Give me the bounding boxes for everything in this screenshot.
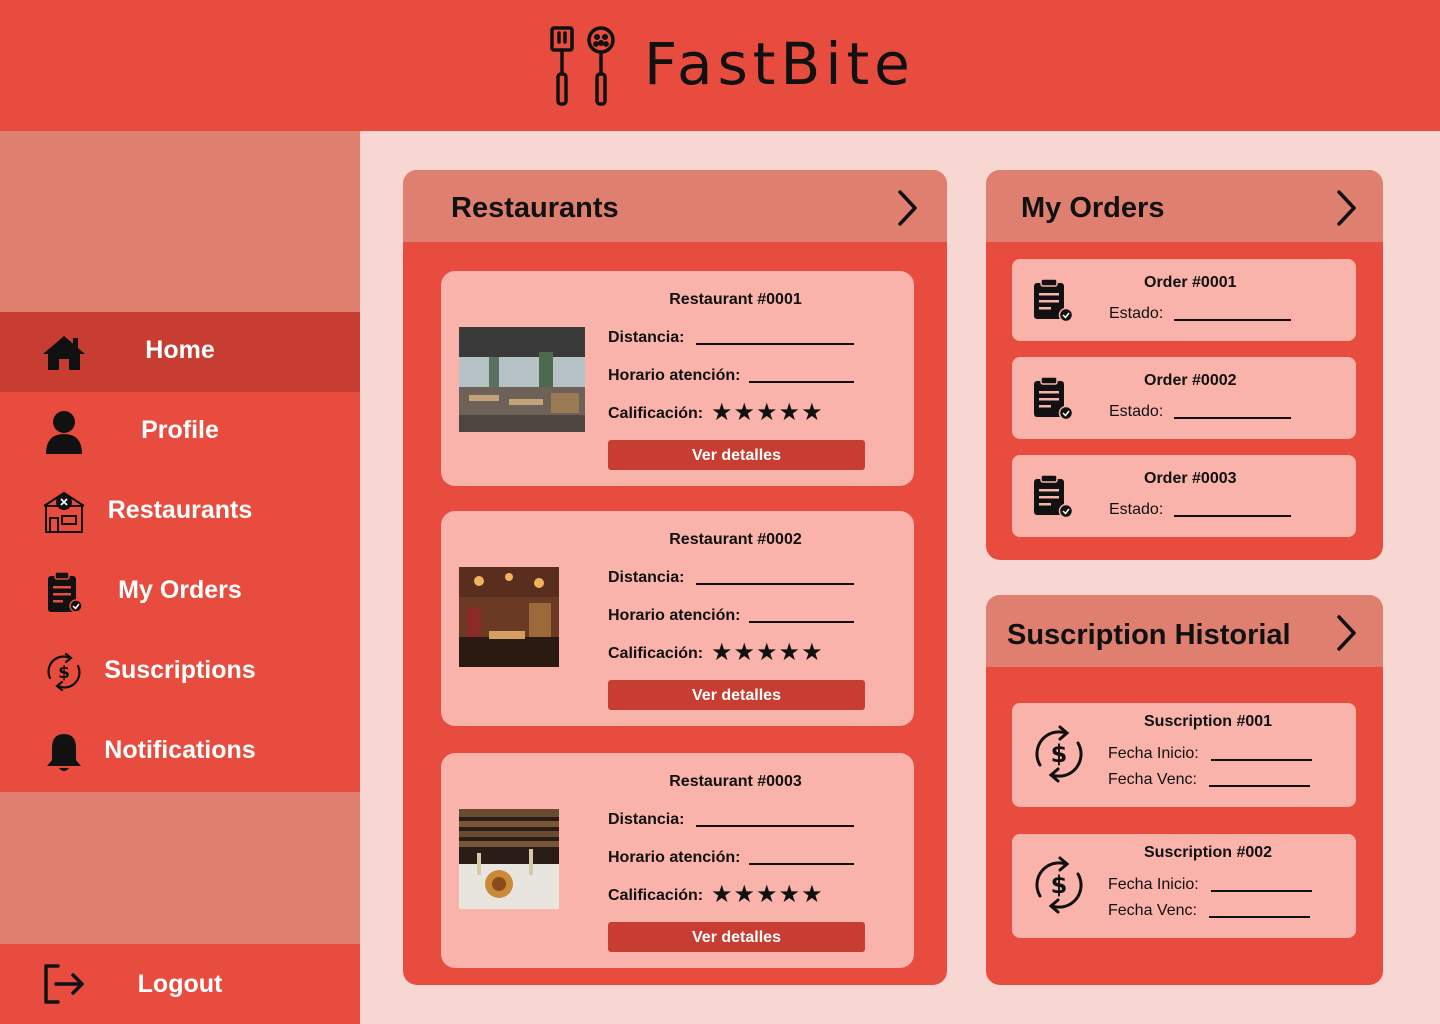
orders-panel: My Orders Order #0001 Estado: Order #000… <box>986 170 1383 560</box>
orders-panel-title: My Orders <box>1021 192 1165 224</box>
order-card[interactable]: Order #0001 Estado: <box>1012 259 1356 341</box>
chevron-right-icon[interactable] <box>1334 613 1360 653</box>
restaurants-panel-title: Restaurants <box>451 192 619 224</box>
sidebar-item-label: My Orders <box>118 576 242 604</box>
rating-stars: ★★★★★ <box>711 881 824 908</box>
subscription-end-label: Fecha Venc: <box>1108 902 1197 919</box>
order-clipboard-icon <box>1034 474 1074 519</box>
subscription-start-value-line <box>1211 759 1312 761</box>
subscription-icon: $ <box>1035 725 1083 783</box>
order-status-value-line <box>1174 515 1291 517</box>
distance-label: Distancia: <box>608 811 685 828</box>
logout-button[interactable]: Logout <box>0 944 360 1024</box>
subscription-end-label: Fecha Venc: <box>1108 771 1197 788</box>
rating-label: Calificación: <box>608 887 704 904</box>
sidebar-item-label: Suscriptions <box>104 656 256 684</box>
sidebar-item-label: Profile <box>141 416 219 444</box>
subscription-end-value-line <box>1209 785 1310 787</box>
rating-stars: ★★★★★ <box>711 639 824 666</box>
restaurant-photo <box>459 327 585 432</box>
subscription-card[interactable]: $ Suscription #002 Fecha Inicio: Fecha V… <box>1012 834 1356 938</box>
distance-label: Distancia: <box>608 329 685 346</box>
spatula-spoon-logo-icon <box>550 26 615 106</box>
order-status-label: Estado: <box>1109 305 1164 322</box>
rating-stars: ★★★★★ <box>711 399 824 426</box>
order-status-label: Estado: <box>1109 403 1164 420</box>
svg-text:$: $ <box>1051 871 1068 899</box>
ver-detalles-button[interactable]: Ver detalles <box>608 922 865 952</box>
order-name: Order #0001 <box>1144 274 1237 291</box>
distance-value-line <box>696 343 854 345</box>
logout-label: Logout <box>137 970 223 998</box>
restaurants-panel: Restaurants Restaurant #0001 Distancia: … <box>403 170 947 985</box>
hours-value-line <box>749 381 854 383</box>
hours-value-line <box>749 621 854 623</box>
order-status-value-line <box>1174 319 1291 321</box>
subscription-panel-header: Suscription Historial <box>986 595 1383 667</box>
sidebar-item-orders[interactable]: My Orders <box>0 552 360 632</box>
subscription-end-value-line <box>1209 916 1310 918</box>
ver-detalles-button[interactable]: Ver detalles <box>608 440 865 470</box>
hours-value-line <box>749 863 854 865</box>
subscription-history-panel: Suscription Historial $ Suscription #001… <box>986 595 1383 985</box>
app-title: FastBite <box>644 30 915 98</box>
sidebar-bottom-spacer <box>0 792 360 944</box>
restaurant-name: Restaurant #0003 <box>669 773 802 790</box>
subscription-start-label: Fecha Inicio: <box>1108 876 1199 893</box>
subscription-card[interactable]: $ Suscription #001 Fecha Inicio: Fecha V… <box>1012 703 1356 807</box>
sidebar-item-notifications[interactable]: Notifications <box>0 712 360 792</box>
sidebar-item-label: Restaurants <box>107 496 253 524</box>
restaurant-name: Restaurant #0002 <box>669 531 802 548</box>
hours-label: Horario atención: <box>608 607 741 624</box>
restaurants-panel-header: Restaurants <box>403 170 947 242</box>
restaurant-card: Restaurant #0003 Distancia: Horario aten… <box>441 753 914 968</box>
sidebar-item-suscriptions[interactable]: $ Suscriptions <box>0 632 360 712</box>
hours-label: Horario atención: <box>608 849 741 866</box>
restaurant-photo <box>459 567 559 667</box>
restaurant-photo <box>459 809 559 909</box>
subscription-panel-title: Suscription Historial <box>1007 619 1291 651</box>
subscription-icon: $ <box>1035 856 1083 914</box>
restaurant-card: Restaurant #0002 Distancia: Horario aten… <box>441 511 914 726</box>
distance-value-line <box>696 825 854 827</box>
chevron-right-icon[interactable] <box>895 188 921 228</box>
ver-detalles-button[interactable]: Ver detalles <box>608 680 865 710</box>
sidebar-item-profile[interactable]: Profile <box>0 392 360 472</box>
subscription-name: Suscription #002 <box>1144 844 1273 861</box>
sidebar-item-restaurants[interactable]: Restaurants <box>0 472 360 552</box>
chevron-right-icon[interactable] <box>1334 188 1360 228</box>
subscription-name: Suscription #001 <box>1144 713 1273 730</box>
order-name: Order #0003 <box>1144 470 1237 487</box>
restaurant-card: Restaurant #0001 Distancia: Horario aten… <box>441 271 914 486</box>
distance-label: Distancia: <box>608 569 685 586</box>
app-header: FastBite <box>0 0 1440 131</box>
order-status-label: Estado: <box>1109 501 1164 518</box>
subscription-start-value-line <box>1211 890 1312 892</box>
sidebar-top-spacer <box>0 131 360 312</box>
order-name: Order #0002 <box>1144 372 1237 389</box>
sidebar-item-home[interactable]: Home <box>0 312 360 392</box>
restaurant-name: Restaurant #0001 <box>669 291 802 308</box>
order-status-value-line <box>1174 417 1291 419</box>
sidebar-item-label: Home <box>145 336 215 364</box>
rating-label: Calificación: <box>608 405 704 422</box>
subscription-start-label: Fecha Inicio: <box>1108 745 1199 762</box>
order-clipboard-icon <box>1034 376 1074 421</box>
sidebar-nav: Home Profile Restaurants My Orders $ Sus… <box>0 312 360 792</box>
svg-text:$: $ <box>1051 740 1068 768</box>
order-card[interactable]: Order #0003 Estado: <box>1012 455 1356 537</box>
orders-panel-header: My Orders <box>986 170 1383 242</box>
rating-label: Calificación: <box>608 645 704 662</box>
order-card[interactable]: Order #0002 Estado: <box>1012 357 1356 439</box>
sidebar-item-label: Notifications <box>104 736 256 764</box>
order-clipboard-icon <box>1034 278 1074 323</box>
hours-label: Horario atención: <box>608 367 741 384</box>
distance-value-line <box>696 583 854 585</box>
